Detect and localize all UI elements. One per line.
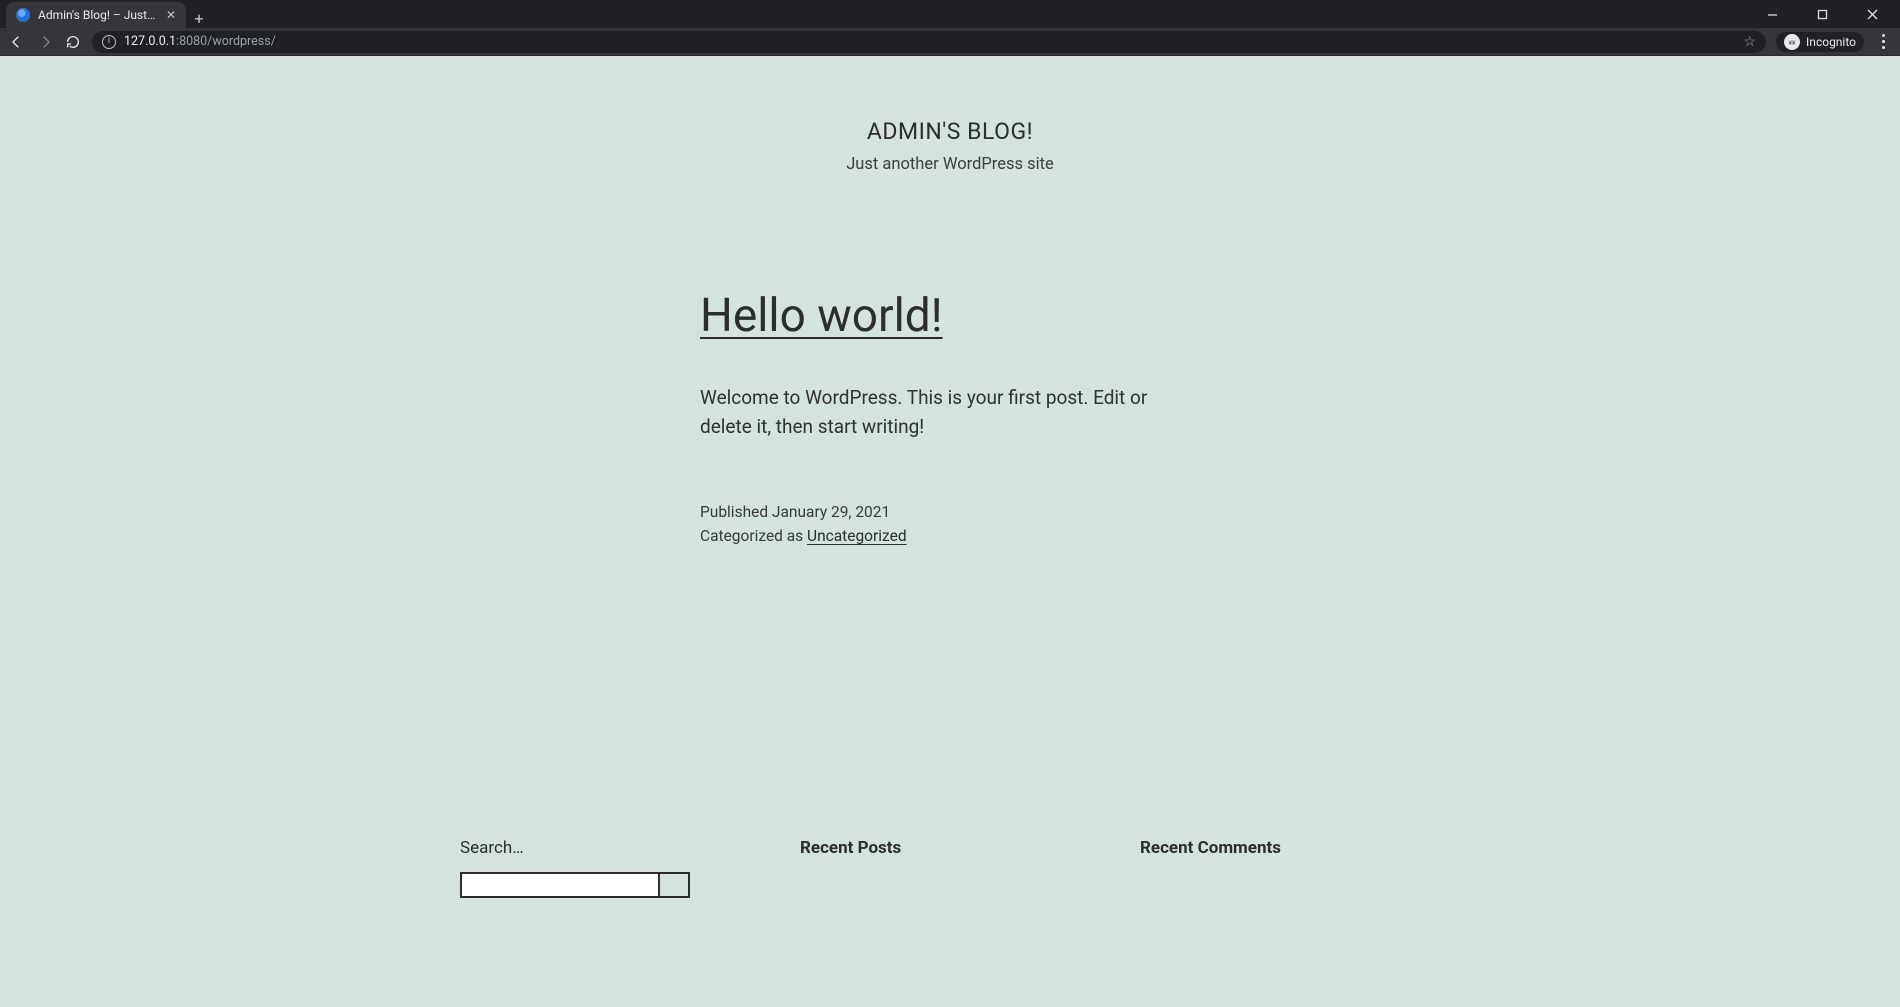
post-excerpt: Welcome to WordPress. This is your first… bbox=[700, 383, 1200, 442]
site-tagline: Just another WordPress site bbox=[0, 155, 1900, 174]
category-link[interactable]: Uncategorized bbox=[807, 527, 907, 545]
browser-menu-button[interactable] bbox=[1874, 33, 1892, 51]
site-title[interactable]: ADMIN'S BLOG! bbox=[0, 118, 1900, 145]
post: Hello world! Welcome to WordPress. This … bbox=[700, 289, 1200, 548]
recent-comments-title: Recent Comments bbox=[1140, 838, 1440, 858]
close-window-button[interactable] bbox=[1850, 0, 1894, 28]
recent-posts-title: Recent Posts bbox=[800, 838, 1100, 858]
incognito-badge[interactable]: Incognito bbox=[1776, 32, 1864, 52]
close-tab-icon[interactable]: ✕ bbox=[166, 8, 176, 22]
search-input[interactable] bbox=[460, 872, 660, 898]
reload-button[interactable] bbox=[64, 33, 82, 51]
post-title-link[interactable]: Hello world! bbox=[700, 289, 943, 343]
browser-toolbar: i 127.0.0.1:8080/wordpress/ ☆ Incognito bbox=[0, 28, 1900, 56]
site-header: ADMIN'S BLOG! Just another WordPress sit… bbox=[0, 56, 1900, 174]
url-host: 127.0.0.1 bbox=[124, 34, 176, 49]
recent-posts-widget: Recent Posts bbox=[800, 838, 1100, 898]
categorized-label: Categorized as bbox=[700, 527, 807, 545]
footer-widgets: Search… Recent Posts Recent Comments bbox=[450, 838, 1450, 898]
tab-strip: Admin's Blog! – Just another Wo ✕ + bbox=[0, 0, 212, 28]
tab-title: Admin's Blog! – Just another Wo bbox=[38, 8, 158, 22]
favicon-icon bbox=[16, 8, 30, 22]
post-meta: Published January 29, 2021 Categorized a… bbox=[700, 500, 1200, 548]
maximize-button[interactable] bbox=[1800, 0, 1844, 28]
published-label: Published bbox=[700, 503, 772, 521]
search-label: Search… bbox=[460, 838, 760, 858]
incognito-label: Incognito bbox=[1806, 35, 1856, 49]
url-path: :8080/wordpress/ bbox=[176, 34, 276, 49]
title-bar: Admin's Blog! – Just another Wo ✕ + bbox=[0, 0, 1900, 28]
back-button[interactable] bbox=[8, 33, 26, 51]
search-widget: Search… bbox=[460, 838, 760, 898]
wordpress-page: ADMIN'S BLOG! Just another WordPress sit… bbox=[0, 56, 1900, 1007]
post-title: Hello world! bbox=[700, 289, 1200, 343]
browser-tab[interactable]: Admin's Blog! – Just another Wo ✕ bbox=[6, 2, 186, 28]
published-date: January 29, 2021 bbox=[772, 503, 890, 521]
bookmark-star-icon[interactable]: ☆ bbox=[1743, 34, 1756, 50]
forward-button[interactable] bbox=[36, 33, 54, 51]
search-button[interactable] bbox=[660, 872, 690, 898]
search-form bbox=[460, 872, 760, 898]
incognito-icon bbox=[1784, 34, 1800, 50]
recent-comments-widget: Recent Comments bbox=[1140, 838, 1440, 898]
minimize-button[interactable] bbox=[1750, 0, 1794, 28]
window-controls bbox=[1750, 0, 1900, 28]
new-tab-button[interactable]: + bbox=[186, 9, 212, 28]
page-viewport[interactable]: ADMIN'S BLOG! Just another WordPress sit… bbox=[0, 56, 1900, 1007]
address-bar[interactable]: i 127.0.0.1:8080/wordpress/ ☆ bbox=[92, 31, 1766, 53]
site-info-icon[interactable]: i bbox=[102, 35, 116, 49]
